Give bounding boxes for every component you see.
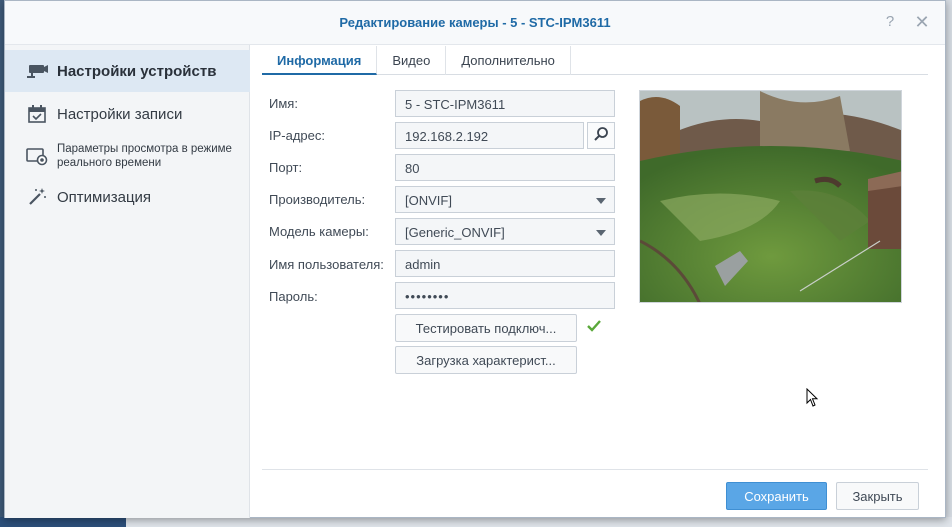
tab-advanced[interactable]: Дополнительно [446,46,571,75]
calendar-icon [25,103,49,125]
camera-icon [25,60,49,82]
port-field[interactable]: 80 [395,154,615,181]
tab-info[interactable]: Информация [262,46,378,75]
sidebar-item-label: Параметры просмотра в режиме реального в… [57,143,232,169]
magic-wand-icon [25,186,49,208]
model-label: Модель камеры: [269,224,369,239]
dialog-title: Редактирование камеры - 5 - STC-IPM3611 [339,15,611,30]
sidebar-item-optimization[interactable]: Оптимизация [5,181,250,213]
sidebar: Настройки устройств Настройки записи Пар… [5,45,250,518]
load-capabilities-button[interactable]: Загрузка характерист... [395,346,577,374]
username-label: Имя пользователя: [269,257,384,272]
password-field[interactable]: •••••••• [395,282,615,309]
footer-divider [262,469,928,470]
mouse-cursor-icon [806,387,820,411]
search-button[interactable] [587,122,615,149]
search-icon [593,126,609,145]
chevron-down-icon [596,230,606,236]
ip-field[interactable]: 192.168.2.192 [395,122,584,149]
username-field[interactable]: admin [395,250,615,277]
camera-preview [639,90,902,303]
vendor-label: Производитель: [269,192,366,207]
check-icon [585,318,603,334]
password-label: Пароль: [269,289,318,304]
vendor-select[interactable]: [ONVIF] [395,186,615,213]
sidebar-item-live-view-settings[interactable]: Параметры просмотра в режиме реального в… [5,138,250,174]
chevron-down-icon [596,198,606,204]
close-icon[interactable]: ✕ [913,13,931,31]
vendor-select-value: [ONVIF] [405,193,452,208]
close-button[interactable]: Закрыть [836,482,919,510]
tab-bar: Информация Видео Дополнительно [262,46,928,75]
live-view-icon [25,145,49,167]
name-field[interactable]: 5 - STC-IPM3611 [395,90,615,117]
test-connection-button[interactable]: Тестировать подключ... [395,314,577,342]
sidebar-item-label: Настройки записи [57,105,183,123]
save-button[interactable]: Сохранить [726,482,827,510]
port-label: Порт: [269,160,303,175]
sidebar-item-label: Настройки устройств [57,62,217,80]
background-taskbar [0,517,952,527]
camera-preview-image [640,91,901,302]
model-select[interactable]: [Generic_ONVIF] [395,218,615,245]
tab-video[interactable]: Видео [377,46,447,75]
background-right [946,0,952,527]
name-label: Имя: [269,96,298,111]
ip-label: IP-адрес: [269,128,325,143]
background-taskbar-left [0,517,126,527]
dialog-titlebar[interactable]: Редактирование камеры - 5 - STC-IPM3611 … [5,1,945,45]
sidebar-item-device-settings[interactable]: Настройки устройств [5,50,250,92]
sidebar-item-recording-settings[interactable]: Настройки записи [5,97,250,131]
model-select-value: [Generic_ONVIF] [405,225,505,240]
sidebar-item-label: Оптимизация [57,188,152,206]
help-icon[interactable]: ? [881,13,899,31]
